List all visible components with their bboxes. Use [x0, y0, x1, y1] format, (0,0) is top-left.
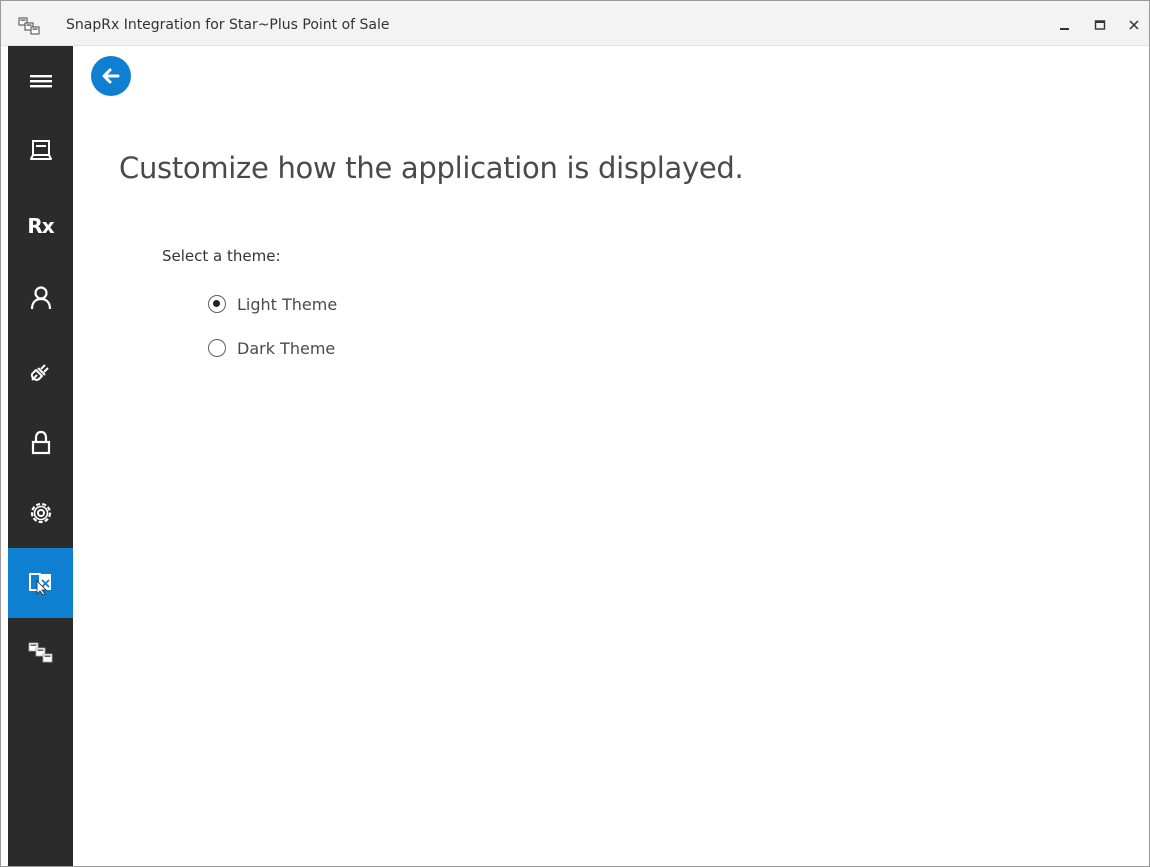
rx-icon: Rx	[27, 214, 54, 238]
radio-button-unchecked[interactable]	[208, 339, 226, 357]
sidebar-item-integration[interactable]	[8, 618, 73, 688]
title-bar: SnapRx Integration for Star~Plus Point o…	[1, 1, 1149, 46]
close-icon	[1129, 20, 1139, 30]
maximize-icon	[1094, 20, 1106, 30]
sidebar-item-settings[interactable]	[8, 478, 73, 548]
gear-icon	[30, 502, 51, 524]
maximize-button[interactable]	[1088, 13, 1112, 37]
back-button[interactable]	[91, 56, 131, 96]
plug-icon	[30, 364, 49, 381]
radio-button-checked[interactable]	[208, 295, 226, 313]
theme-select-label: Select a theme:	[162, 247, 281, 265]
display-icon	[28, 573, 51, 596]
register-icon	[29, 140, 52, 160]
window-title: SnapRx Integration for Star~Plus Point o…	[66, 17, 390, 33]
light-theme-label: Light Theme	[237, 294, 338, 314]
sidebar-item-rx[interactable]: Rx	[8, 191, 73, 261]
menu-icon	[29, 75, 52, 88]
sidebar-item-connections[interactable]	[8, 336, 73, 406]
sidebar-item-menu[interactable]	[8, 46, 73, 116]
sidebar-item-customers[interactable]	[8, 263, 73, 333]
app-window: SnapRx Integration for Star~Plus Point o…	[0, 0, 1150, 867]
sidebar-item-security[interactable]	[8, 408, 73, 478]
dark-theme-radio[interactable]: Dark Theme	[208, 336, 335, 360]
lock-icon	[31, 430, 50, 455]
light-theme-radio[interactable]: Light Theme	[208, 292, 337, 316]
sidebar-item-display[interactable]	[8, 548, 73, 618]
app-icon	[18, 17, 40, 35]
close-button[interactable]	[1122, 13, 1146, 37]
minimize-button[interactable]	[1053, 13, 1077, 37]
sidebar-item-register[interactable]	[8, 116, 73, 186]
arrow-left-icon	[102, 68, 120, 84]
sidebar: Rx	[8, 46, 73, 866]
page-heading: Customize how the application is display…	[119, 151, 744, 185]
minimize-icon	[1060, 28, 1069, 30]
dark-theme-label: Dark Theme	[237, 338, 336, 358]
integration-icon	[28, 642, 52, 663]
person-icon	[30, 286, 51, 310]
